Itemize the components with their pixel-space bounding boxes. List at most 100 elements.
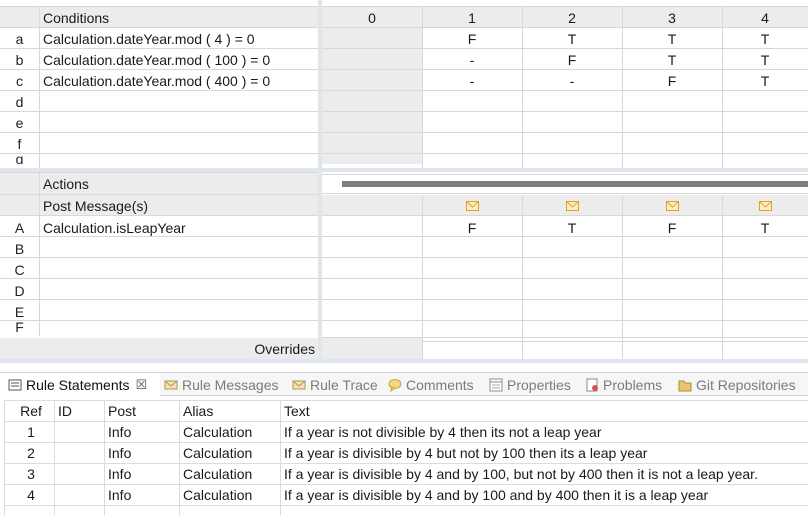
condition-value-cell[interactable]	[322, 70, 422, 91]
condition-value-cell[interactable]: T	[722, 49, 808, 70]
close-icon[interactable]: ☒	[136, 377, 148, 393]
action-value-cell[interactable]	[322, 301, 422, 322]
action-expression[interactable]	[39, 301, 318, 322]
action-expression[interactable]	[39, 322, 318, 332]
section-splitter[interactable]	[0, 168, 808, 172]
action-value-cell[interactable]	[722, 238, 808, 259]
rule-column-header[interactable]: 1	[422, 7, 522, 28]
condition-value-cell[interactable]	[522, 133, 622, 154]
grid-splitter[interactable]	[318, 0, 322, 362]
action-value-cell[interactable]	[622, 259, 722, 280]
action-value-cell[interactable]: F	[422, 217, 522, 238]
override-cell[interactable]	[622, 338, 722, 359]
override-cell[interactable]	[522, 338, 622, 359]
action-value-cell[interactable]	[422, 238, 522, 259]
table-column-header[interactable]: Post	[104, 400, 179, 421]
tab-rule-trace[interactable]: Rule Trace	[292, 373, 378, 396]
table-column-header[interactable]: Alias	[179, 400, 280, 421]
action-expression[interactable]	[39, 259, 318, 280]
action-value-cell[interactable]	[522, 259, 622, 280]
condition-expression[interactable]: Calculation.dateYear.mod ( 4 ) = 0	[39, 28, 318, 49]
action-value-cell[interactable]	[322, 238, 422, 259]
condition-value-cell[interactable]	[722, 154, 808, 164]
table-column-header[interactable]: ID	[54, 400, 104, 421]
action-value-cell[interactable]	[722, 322, 808, 332]
tab-problems[interactable]: Problems	[585, 373, 662, 396]
condition-value-cell[interactable]	[322, 112, 422, 133]
table-column-header[interactable]: Text	[280, 400, 808, 421]
action-value-cell[interactable]: T	[722, 217, 808, 238]
condition-value-cell[interactable]	[322, 154, 422, 164]
condition-value-cell[interactable]	[322, 91, 422, 112]
envelope-icon[interactable]	[622, 195, 722, 216]
condition-value-cell[interactable]: -	[422, 70, 522, 91]
action-value-cell[interactable]	[422, 259, 522, 280]
condition-value-cell[interactable]: F	[422, 28, 522, 49]
tab-git-repositories[interactable]: Git Repositories	[678, 373, 796, 396]
condition-value-cell[interactable]	[322, 49, 422, 70]
action-expression[interactable]	[39, 238, 318, 259]
envelope-icon[interactable]	[722, 195, 808, 216]
condition-value-cell[interactable]: T	[722, 70, 808, 91]
action-value-cell[interactable]	[722, 280, 808, 301]
action-value-cell[interactable]	[522, 322, 622, 332]
condition-value-cell[interactable]	[722, 112, 808, 133]
condition-expression[interactable]: Calculation.dateYear.mod ( 100 ) = 0	[39, 49, 318, 70]
action-value-cell[interactable]	[622, 322, 722, 332]
override-cell[interactable]	[422, 338, 522, 359]
condition-value-cell[interactable]	[622, 112, 722, 133]
rule-column-header[interactable]: 4	[722, 7, 808, 28]
action-value-cell[interactable]	[422, 301, 522, 322]
condition-value-cell[interactable]: F	[522, 49, 622, 70]
condition-value-cell[interactable]: F	[622, 70, 722, 91]
action-expression[interactable]	[39, 280, 318, 301]
condition-value-cell[interactable]: T	[622, 49, 722, 70]
action-value-cell[interactable]: F	[622, 217, 722, 238]
condition-expression[interactable]	[39, 133, 318, 154]
condition-value-cell[interactable]: -	[522, 70, 622, 91]
condition-expression[interactable]: Calculation.dateYear.mod ( 400 ) = 0	[39, 70, 318, 91]
action-value-cell[interactable]	[522, 238, 622, 259]
condition-value-cell[interactable]: T	[622, 28, 722, 49]
action-value-cell[interactable]	[322, 259, 422, 280]
condition-value-cell[interactable]	[622, 91, 722, 112]
action-value-cell[interactable]	[522, 301, 622, 322]
condition-value-cell[interactable]	[322, 28, 422, 49]
action-value-cell[interactable]	[722, 301, 808, 322]
action-value-cell[interactable]	[422, 280, 522, 301]
action-value-cell[interactable]	[422, 322, 522, 332]
condition-value-cell[interactable]	[422, 112, 522, 133]
condition-value-cell[interactable]: -	[422, 49, 522, 70]
action-value-cell[interactable]	[322, 217, 422, 238]
envelope-icon[interactable]	[422, 195, 522, 216]
condition-expression[interactable]	[39, 91, 318, 112]
condition-value-cell[interactable]	[722, 91, 808, 112]
condition-value-cell[interactable]	[522, 112, 622, 133]
rule-column-header[interactable]: 3	[622, 7, 722, 28]
rule-column-header[interactable]: 2	[522, 7, 622, 28]
action-value-cell[interactable]	[722, 259, 808, 280]
condition-value-cell[interactable]	[422, 154, 522, 164]
condition-value-cell[interactable]	[522, 91, 622, 112]
action-value-cell[interactable]	[622, 301, 722, 322]
action-value-cell[interactable]: T	[522, 217, 622, 238]
condition-value-cell[interactable]	[422, 91, 522, 112]
action-value-cell[interactable]	[522, 280, 622, 301]
condition-value-cell[interactable]: T	[722, 28, 808, 49]
condition-expression[interactable]	[39, 112, 318, 133]
condition-value-cell[interactable]	[522, 154, 622, 164]
override-cell[interactable]	[722, 338, 808, 359]
tab-comments[interactable]: Comments	[388, 373, 474, 396]
tab-rule-statements[interactable]: Rule Statements ☒	[0, 373, 160, 396]
tab-rule-messages[interactable]: Rule Messages	[164, 373, 279, 396]
condition-value-cell[interactable]	[622, 154, 722, 164]
table-column-header[interactable]: Ref	[4, 400, 54, 421]
rule-column-header[interactable]: 0	[322, 7, 422, 28]
condition-value-cell[interactable]	[322, 133, 422, 154]
action-value-cell[interactable]	[322, 280, 422, 301]
tab-properties[interactable]: Properties	[489, 373, 571, 396]
condition-expression[interactable]	[39, 154, 318, 164]
action-value-cell[interactable]	[622, 238, 722, 259]
condition-value-cell[interactable]: T	[522, 28, 622, 49]
condition-value-cell[interactable]	[622, 133, 722, 154]
